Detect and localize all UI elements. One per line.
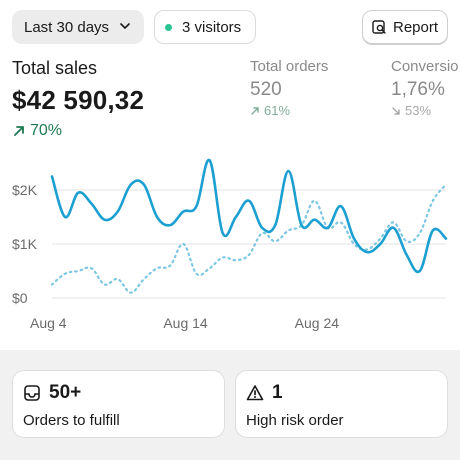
total-orders-metric[interactable]: Total orders 520 61% (250, 58, 328, 118)
x-tick-label: Aug 24 (295, 315, 340, 331)
conversion-metric[interactable]: Conversio 1,76% 53% (391, 58, 460, 118)
orders-to-fulfill-count: 50+ (49, 382, 82, 403)
toolbar: Last 30 days 3 visitors Report (12, 10, 448, 44)
total-orders-delta: 61% (250, 103, 328, 118)
total-sales-delta-value: 70% (30, 122, 63, 139)
date-range-label: Last 30 days (24, 18, 110, 36)
conversion-value: 1,76% (391, 79, 445, 100)
live-dot-icon (165, 23, 172, 31)
conversion-label: Conversio (391, 58, 459, 75)
report-label: Report (393, 18, 439, 36)
live-visitors-button[interactable]: 3 visitors (154, 10, 256, 44)
conversion-delta: 53% (391, 103, 460, 118)
high-risk-order-count: 1 (272, 382, 283, 403)
total-sales-label: Total sales (12, 58, 98, 78)
summary-panel: 50+ Orders to fulfill 1 High risk order (0, 350, 460, 460)
sales-line-chart[interactable]: $2K $1K $0Aug 4 Aug 14 Aug 24 (0, 150, 460, 340)
orders-to-fulfill-card[interactable]: 50+ Orders to fulfill (12, 370, 225, 438)
x-tick-label: Aug 14 (163, 315, 208, 331)
y-tick-label: $2K (12, 182, 38, 198)
report-icon (372, 20, 386, 34)
total-sales-value: $42 590,32 (12, 85, 145, 115)
arrow-up-right-icon (251, 106, 259, 115)
arrow-up-right-icon (14, 126, 24, 136)
y-tick-label: $1K (12, 236, 38, 252)
total-orders-delta-value: 61% (264, 103, 291, 118)
report-button[interactable]: Report (362, 10, 448, 44)
x-tick-label: Aug 4 (30, 315, 67, 331)
arrow-down-right-icon (392, 106, 400, 115)
conversion-delta-value: 53% (405, 103, 432, 118)
date-range-button[interactable]: Last 30 days (12, 10, 144, 44)
visitors-label: 3 visitors (182, 18, 242, 36)
orders-to-fulfill-label: Orders to fulfill (23, 412, 120, 429)
high-risk-order-label: High risk order (246, 412, 344, 429)
inbox-icon (24, 385, 40, 401)
total-sales-delta: 70% (12, 122, 144, 140)
warning-icon (246, 385, 264, 401)
total-orders-label: Total orders (250, 58, 329, 75)
total-orders-value: 520 (250, 79, 282, 100)
total-sales-metric[interactable]: Total sales $42 590,32 70% (12, 58, 144, 140)
y-tick-label: $0 (12, 290, 28, 306)
chevron-down-icon (120, 23, 130, 29)
high-risk-order-card[interactable]: 1 High risk order (235, 370, 448, 438)
